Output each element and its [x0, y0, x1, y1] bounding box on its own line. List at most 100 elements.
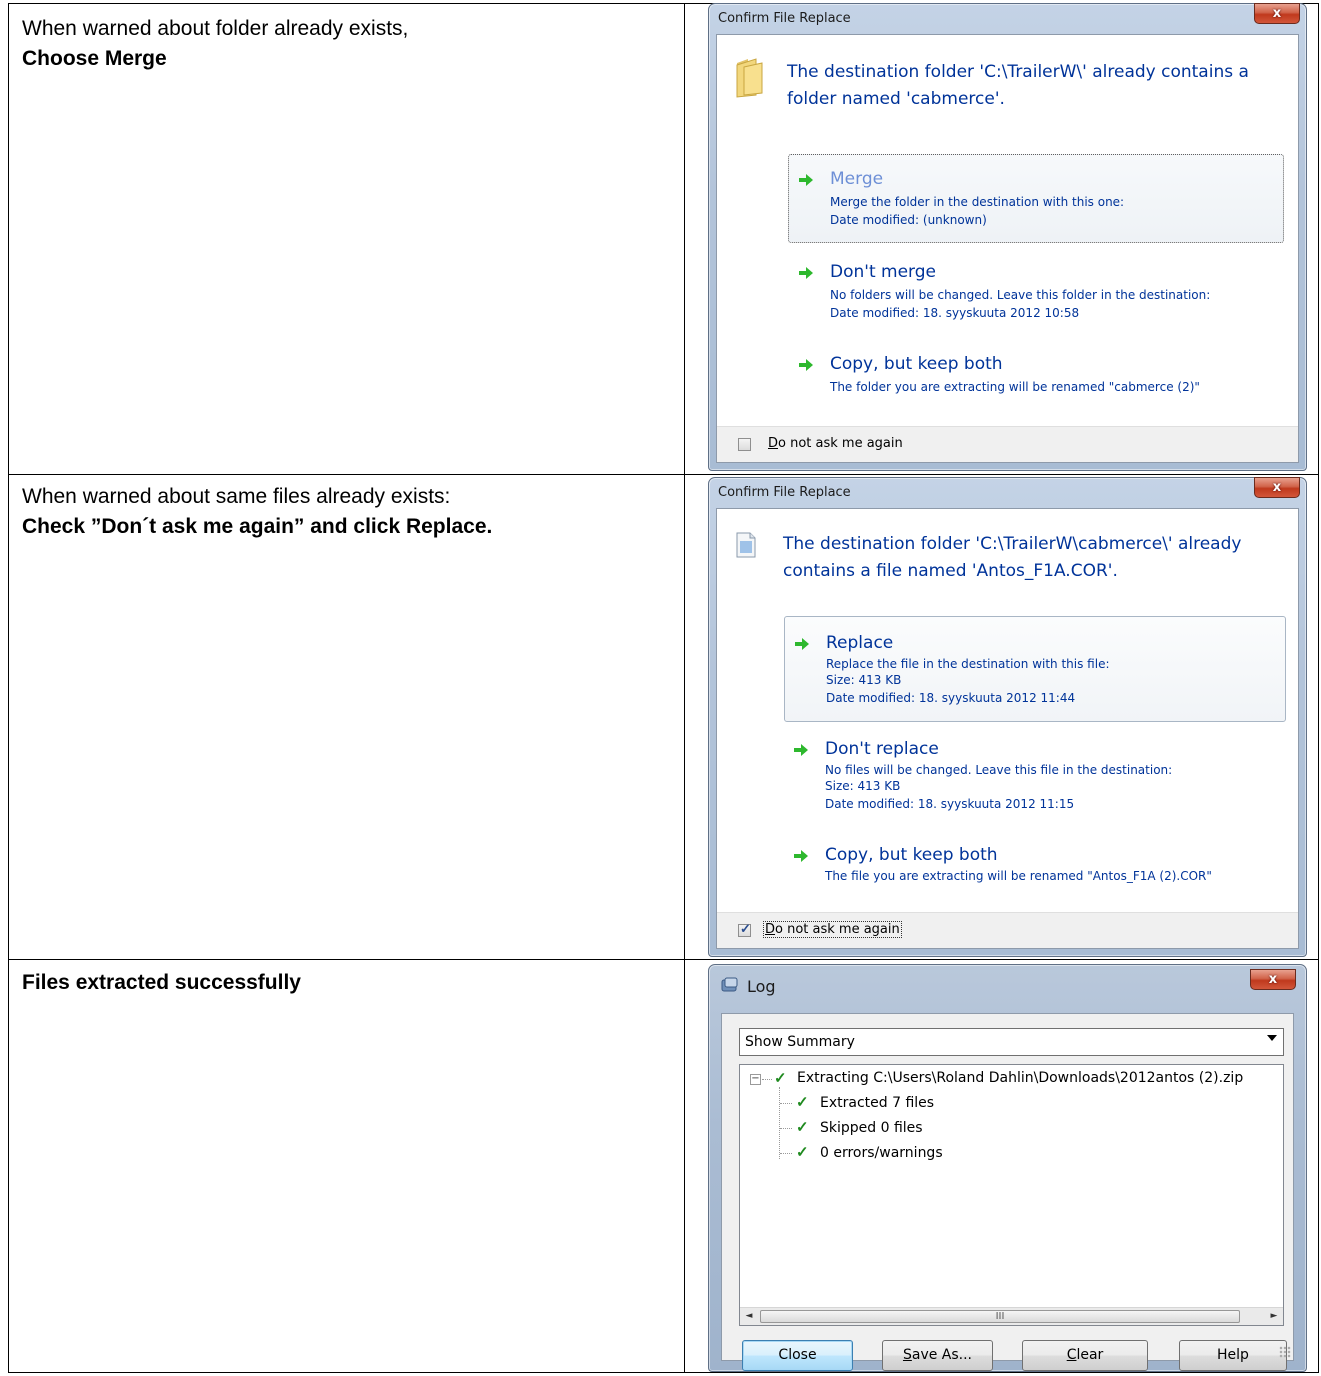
- dialog2-client: The destination folder 'C:\TrailerW\cabm…: [716, 508, 1299, 949]
- row2-instruction-line1: When warned about same files already exi…: [22, 485, 451, 508]
- dont-replace-option-line: Size: 413 KB: [825, 779, 901, 793]
- table-row-divider-1: [8, 474, 1319, 475]
- dialog1-close-button[interactable]: x: [1254, 3, 1300, 24]
- row1-instruction-line1: When warned about folder already exists,: [22, 17, 409, 40]
- green-arrow-icon: [794, 744, 808, 756]
- dialog2-titlebar[interactable]: Confirm File Replace x: [709, 477, 1306, 508]
- tree-connector: [779, 1087, 780, 1159]
- dont-merge-option-line: Date modified: 18. syyskuuta 2012 10:58: [830, 306, 1080, 320]
- close-button[interactable]: Close: [742, 1340, 853, 1371]
- replace-option[interactable]: Replace Replace the file in the destinat…: [784, 616, 1286, 722]
- folder-icon: [736, 58, 763, 98]
- dialog1-message-line1: The destination folder 'C:\TrailerW\' al…: [787, 62, 1249, 82]
- merge-option[interactable]: Merge Merge the folder in the destinatio…: [788, 154, 1284, 243]
- dialog1-titlebar[interactable]: Confirm File Replace x: [709, 3, 1306, 34]
- copy-keep-both-file-option-title: Copy, but keep both: [825, 845, 998, 865]
- save-as-button[interactable]: Save As...: [882, 1340, 993, 1371]
- row2-instruction: When warned about same files already exi…: [22, 482, 492, 542]
- tree-connector: [780, 1103, 792, 1104]
- merge-option-line: Date modified: (unknown): [830, 213, 987, 227]
- file-icon: [736, 532, 756, 558]
- dialog1-footer: Do not ask me again: [717, 426, 1298, 462]
- clear-button[interactable]: Clear: [1022, 1340, 1148, 1371]
- table-border-left: [8, 3, 9, 1373]
- merge-option-title: Merge: [830, 169, 884, 189]
- dialog1-client: The destination folder 'C:\TrailerW\' al…: [716, 34, 1299, 463]
- copy-keep-both-option-title: Copy, but keep both: [830, 354, 1003, 374]
- replace-option-line: Size: 413 KB: [826, 673, 902, 687]
- dont-replace-option-title: Don't replace: [825, 739, 939, 759]
- scrollbar-thumb[interactable]: III: [760, 1310, 1240, 1323]
- check-icon: ✓: [796, 1094, 809, 1111]
- dialog1-message: The destination folder 'C:\TrailerW\' al…: [787, 59, 1287, 113]
- tree-root-item[interactable]: Extracting C:\Users\Roland Dahlin\Downlo…: [797, 1070, 1243, 1086]
- copy-keep-both-file-option-line: The file you are extracting will be rena…: [825, 869, 1212, 883]
- tree-connector: [780, 1153, 792, 1154]
- log-app-icon: [721, 977, 738, 992]
- dialog1-message-line2: folder named 'cabmerce'.: [787, 89, 1005, 109]
- scroll-left-icon[interactable]: ◄: [740, 1308, 758, 1325]
- do-not-ask-label[interactable]: Do not ask me again: [768, 436, 903, 451]
- copy-keep-both-option-line: The folder you are extracting will be re…: [830, 380, 1200, 394]
- check-icon: ✓: [774, 1070, 787, 1087]
- green-arrow-icon: [799, 174, 813, 186]
- dialog2-close-button[interactable]: x: [1254, 477, 1300, 498]
- tree-connector: [780, 1128, 792, 1129]
- tree-child-item[interactable]: 0 errors/warnings: [820, 1145, 943, 1161]
- checkmark-icon: ✓: [740, 921, 751, 936]
- replace-option-line: Replace the file in the destination with…: [826, 657, 1110, 671]
- tree-child-item[interactable]: Extracted 7 files: [820, 1095, 934, 1111]
- table-column-divider: [684, 3, 685, 1373]
- summary-select-value: Show Summary: [745, 1034, 855, 1050]
- check-icon: ✓: [796, 1144, 809, 1161]
- dont-merge-option[interactable]: Don't merge No folders will be changed. …: [798, 262, 1278, 332]
- check-icon: ✓: [796, 1119, 809, 1136]
- resize-grip-icon[interactable]: [1279, 1346, 1291, 1358]
- dont-replace-option-line: No files will be changed. Leave this fil…: [825, 763, 1173, 777]
- copy-keep-both-option[interactable]: Copy, but keep both The folder you are e…: [798, 354, 1278, 404]
- dialog3-client: Show Summary − ✓ Extracting C:\Users\Rol…: [721, 1013, 1294, 1371]
- table-border-bottom: [8, 1372, 1319, 1373]
- confirm-folder-replace-dialog: Confirm File Replace x The destination f…: [708, 3, 1307, 471]
- scroll-right-icon[interactable]: ►: [1265, 1308, 1283, 1325]
- dont-merge-option-title: Don't merge: [830, 262, 936, 282]
- confirm-file-replace-dialog: Confirm File Replace x The destination f…: [708, 477, 1307, 957]
- table-border-right: [1318, 3, 1319, 1373]
- dont-merge-option-line: No folders will be changed. Leave this f…: [830, 288, 1211, 302]
- dialog3-close-button[interactable]: x: [1250, 969, 1296, 990]
- row3-instruction-line1: Files extracted successfully: [22, 971, 301, 994]
- row3-instruction: Files extracted successfully: [22, 968, 301, 998]
- green-arrow-icon: [795, 638, 809, 650]
- row2-instruction-line2: Check ”Don´t ask me again” and click Rep…: [22, 515, 493, 538]
- do-not-ask-checkbox[interactable]: ✓: [738, 921, 751, 937]
- log-tree[interactable]: − ✓ Extracting C:\Users\Roland Dahlin\Do…: [739, 1064, 1284, 1326]
- log-dialog: Log x Show Summary − ✓ Extracting C:\Use…: [708, 964, 1307, 1372]
- dont-replace-option[interactable]: Don't replace No files will be changed. …: [793, 739, 1273, 819]
- dialog2-title: Confirm File Replace: [718, 485, 851, 500]
- table-row-divider-2: [8, 959, 1319, 960]
- dialog2-message-line1: The destination folder 'C:\TrailerW\cabm…: [783, 534, 1242, 554]
- dialog1-title: Confirm File Replace: [718, 11, 851, 26]
- row1-instruction-line2: Choose Merge: [22, 47, 167, 70]
- tree-child-item[interactable]: Skipped 0 files: [820, 1120, 923, 1136]
- dialog3-titlebar[interactable]: Log x: [709, 965, 1306, 1003]
- green-arrow-icon: [799, 359, 813, 371]
- merge-option-line: Merge the folder in the destination with…: [830, 195, 1125, 209]
- green-arrow-icon: [794, 850, 808, 862]
- dialog2-message: The destination folder 'C:\TrailerW\cabm…: [783, 531, 1283, 585]
- dont-replace-option-line: Date modified: 18. syyskuuta 2012 11:15: [825, 797, 1075, 811]
- green-arrow-icon: [799, 267, 813, 279]
- do-not-ask-label[interactable]: Do not ask me again: [763, 921, 902, 938]
- dialog2-footer: ✓ Do not ask me again: [717, 912, 1298, 948]
- horizontal-scrollbar[interactable]: ◄ III ►: [740, 1307, 1283, 1325]
- chevron-down-icon: [1267, 1035, 1277, 1041]
- replace-option-line: Date modified: 18. syyskuuta 2012 11:44: [826, 691, 1076, 705]
- summary-select[interactable]: Show Summary: [739, 1028, 1284, 1056]
- do-not-ask-checkbox[interactable]: [738, 438, 751, 451]
- copy-keep-both-file-option[interactable]: Copy, but keep both The file you are ext…: [793, 845, 1273, 895]
- row1-instruction: When warned about folder already exists,…: [22, 14, 408, 74]
- collapse-icon[interactable]: −: [750, 1074, 761, 1085]
- tree-connector: [762, 1079, 772, 1080]
- help-button[interactable]: Help: [1179, 1340, 1287, 1371]
- replace-option-title: Replace: [826, 633, 894, 653]
